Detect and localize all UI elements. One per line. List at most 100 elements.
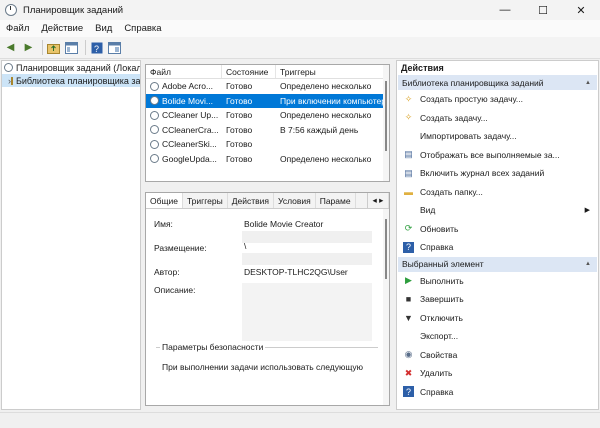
action-create-task[interactable]: ✧ Создать задачу... (397, 109, 598, 128)
actions-pane: Действия Библиотека планировщика заданий… (396, 60, 599, 410)
clock-icon (5, 4, 17, 16)
actions-header: Действия (397, 61, 598, 75)
task-icon (150, 125, 159, 135)
tab-actions[interactable]: Действия (228, 193, 274, 208)
tab-triggers[interactable]: Триггеры (183, 193, 228, 208)
sparkle-icon: ✧ (404, 93, 413, 104)
menu-view[interactable]: Вид (95, 23, 112, 34)
task-icon (150, 96, 159, 106)
folder-icon: ▬ (404, 186, 413, 197)
task-icon (150, 154, 159, 164)
minimize-button[interactable]: — (486, 0, 524, 20)
table-row[interactable]: CCleaner Up... Готово Определено несколь… (146, 108, 389, 123)
list-window-icon: ▤ (404, 149, 413, 160)
tree-item-root[interactable]: Планировщик заданий (Локальный) (2, 61, 140, 74)
action-refresh[interactable]: ⟳ Обновить (397, 220, 598, 239)
action-properties[interactable]: ◉ Свойства (397, 346, 598, 365)
console-tree-icon[interactable] (64, 40, 79, 55)
help-icon[interactable]: ? (89, 40, 104, 55)
tab-conditions[interactable]: Условия (274, 193, 316, 208)
task-icon (150, 81, 159, 91)
up-folder-icon[interactable] (46, 40, 61, 55)
blank-icon (403, 131, 414, 142)
tab-general[interactable]: Общие (146, 193, 183, 208)
author-label: Автор: (154, 267, 180, 277)
action-pane-icon[interactable] (107, 40, 122, 55)
blank-icon (403, 331, 414, 342)
action-view-submenu[interactable]: Вид (397, 201, 598, 220)
action-delete[interactable]: ✖ Удалить (397, 364, 598, 383)
close-button[interactable]: ✕ (562, 0, 600, 20)
actions-group-selected[interactable]: Выбранный элемент (398, 256, 597, 272)
back-arrow-icon[interactable]: ◀ (3, 40, 18, 55)
menu-bar: Файл Действие Вид Справка (0, 20, 600, 37)
author-value: DESKTOP-TLHC2QG\User (244, 267, 348, 277)
svg-text:?: ? (94, 44, 99, 54)
stop-icon: ■ (405, 294, 412, 305)
center-pane: Файл Состояние Триггеры Adobe Acro... Го… (143, 60, 393, 410)
table-row[interactable]: Adobe Acro... Готово Определено нескольк… (146, 79, 389, 94)
details-scrollbar[interactable] (383, 209, 389, 405)
task-icon (150, 110, 159, 120)
menu-action[interactable]: Действие (41, 23, 83, 34)
tree-item-label: Планировщик заданий (Локальный) (16, 62, 140, 73)
security-section: Параметры безопасности При выполнении за… (156, 342, 378, 405)
security-text: При выполнении задачи использовать следу… (162, 362, 364, 372)
task-details-panel: Общие Триггеры Действия Условия Параме ◂… (145, 192, 390, 406)
tab-scroll-arrows[interactable]: ◂ ▸ (367, 193, 389, 208)
help-icon: ? (403, 241, 414, 253)
play-icon: ▶ (405, 275, 412, 286)
action-show-running[interactable]: ▤ Отображать все выполняемые за... (397, 146, 598, 165)
name-label: Имя: (154, 219, 173, 229)
action-help[interactable]: ? Справка (397, 238, 598, 257)
forward-arrow-icon[interactable]: ▶ (21, 40, 36, 55)
log-icon: ▤ (404, 167, 413, 178)
action-new-folder[interactable]: ▬ Создать папку... (397, 183, 598, 202)
status-bar (0, 412, 600, 428)
folder-icon (11, 76, 13, 85)
help-icon: ? (403, 386, 414, 398)
actions-group-library[interactable]: Библиотека планировщика заданий (398, 75, 597, 90)
table-row[interactable]: CCleanerCra... Готово В 7:56 каждый день (146, 123, 389, 138)
action-run[interactable]: ▶ Выполнить (397, 272, 598, 291)
menu-help[interactable]: Справка (124, 23, 161, 34)
task-list-header: Файл Состояние Триггеры (146, 65, 389, 79)
tree-item-label: Библиотека планировщика заданий (16, 75, 140, 86)
clock-icon (4, 63, 13, 72)
refresh-icon: ⟳ (404, 223, 413, 234)
column-header-triggers[interactable]: Триггеры (276, 65, 386, 78)
maximize-button[interactable]: ☐ (524, 0, 562, 20)
description-label: Описание: (154, 285, 196, 295)
properties-icon: ◉ (404, 349, 413, 360)
action-create-basic-task[interactable]: ✧ Создать простую задачу... (397, 90, 598, 109)
action-help-selected[interactable]: ? Справка (397, 383, 598, 402)
action-enable-history[interactable]: ▤ Включить журнал всех заданий (397, 164, 598, 183)
window-title: Планировщик заданий (23, 4, 124, 16)
description-field[interactable] (242, 283, 372, 341)
table-row[interactable]: GoogleUpda... Готово Определено нескольк… (146, 152, 389, 167)
location-label: Размещение: (154, 243, 207, 253)
task-icon (150, 139, 159, 149)
tab-parameters[interactable]: Параме (316, 193, 356, 208)
tree-item-library[interactable]: › Библиотека планировщика заданий (2, 74, 140, 87)
security-title: Параметры безопасности (160, 342, 266, 352)
delete-icon: ✖ (404, 367, 413, 378)
table-row-selected[interactable]: Bolide Movi... Готово При включении комп… (146, 93, 389, 108)
action-import-task[interactable]: Импортировать задачу... (397, 127, 598, 146)
toolbar: ◀ ▶ ? (0, 37, 600, 59)
detail-tabs: Общие Триггеры Действия Условия Параме ◂… (146, 193, 389, 209)
column-header-state[interactable]: Состояние (222, 65, 276, 78)
task-list-scrollbar[interactable] (383, 65, 389, 181)
title-bar: Планировщик заданий — ☐ ✕ (0, 0, 600, 20)
column-header-file[interactable]: Файл (146, 65, 222, 78)
sparkle-icon: ✧ (404, 112, 413, 123)
action-disable[interactable]: ▼ Отключить (397, 309, 598, 328)
menu-file[interactable]: Файл (6, 23, 29, 34)
disable-icon: ▼ (404, 312, 413, 323)
blank-icon (403, 205, 414, 216)
action-export[interactable]: Экспорт... (397, 327, 598, 346)
table-row[interactable]: CCleanerSki... Готово (146, 137, 389, 152)
action-end[interactable]: ■ Завершить (397, 290, 598, 309)
location-value: \ (244, 241, 247, 251)
console-tree: Планировщик заданий (Локальный) › Библио… (1, 60, 141, 410)
